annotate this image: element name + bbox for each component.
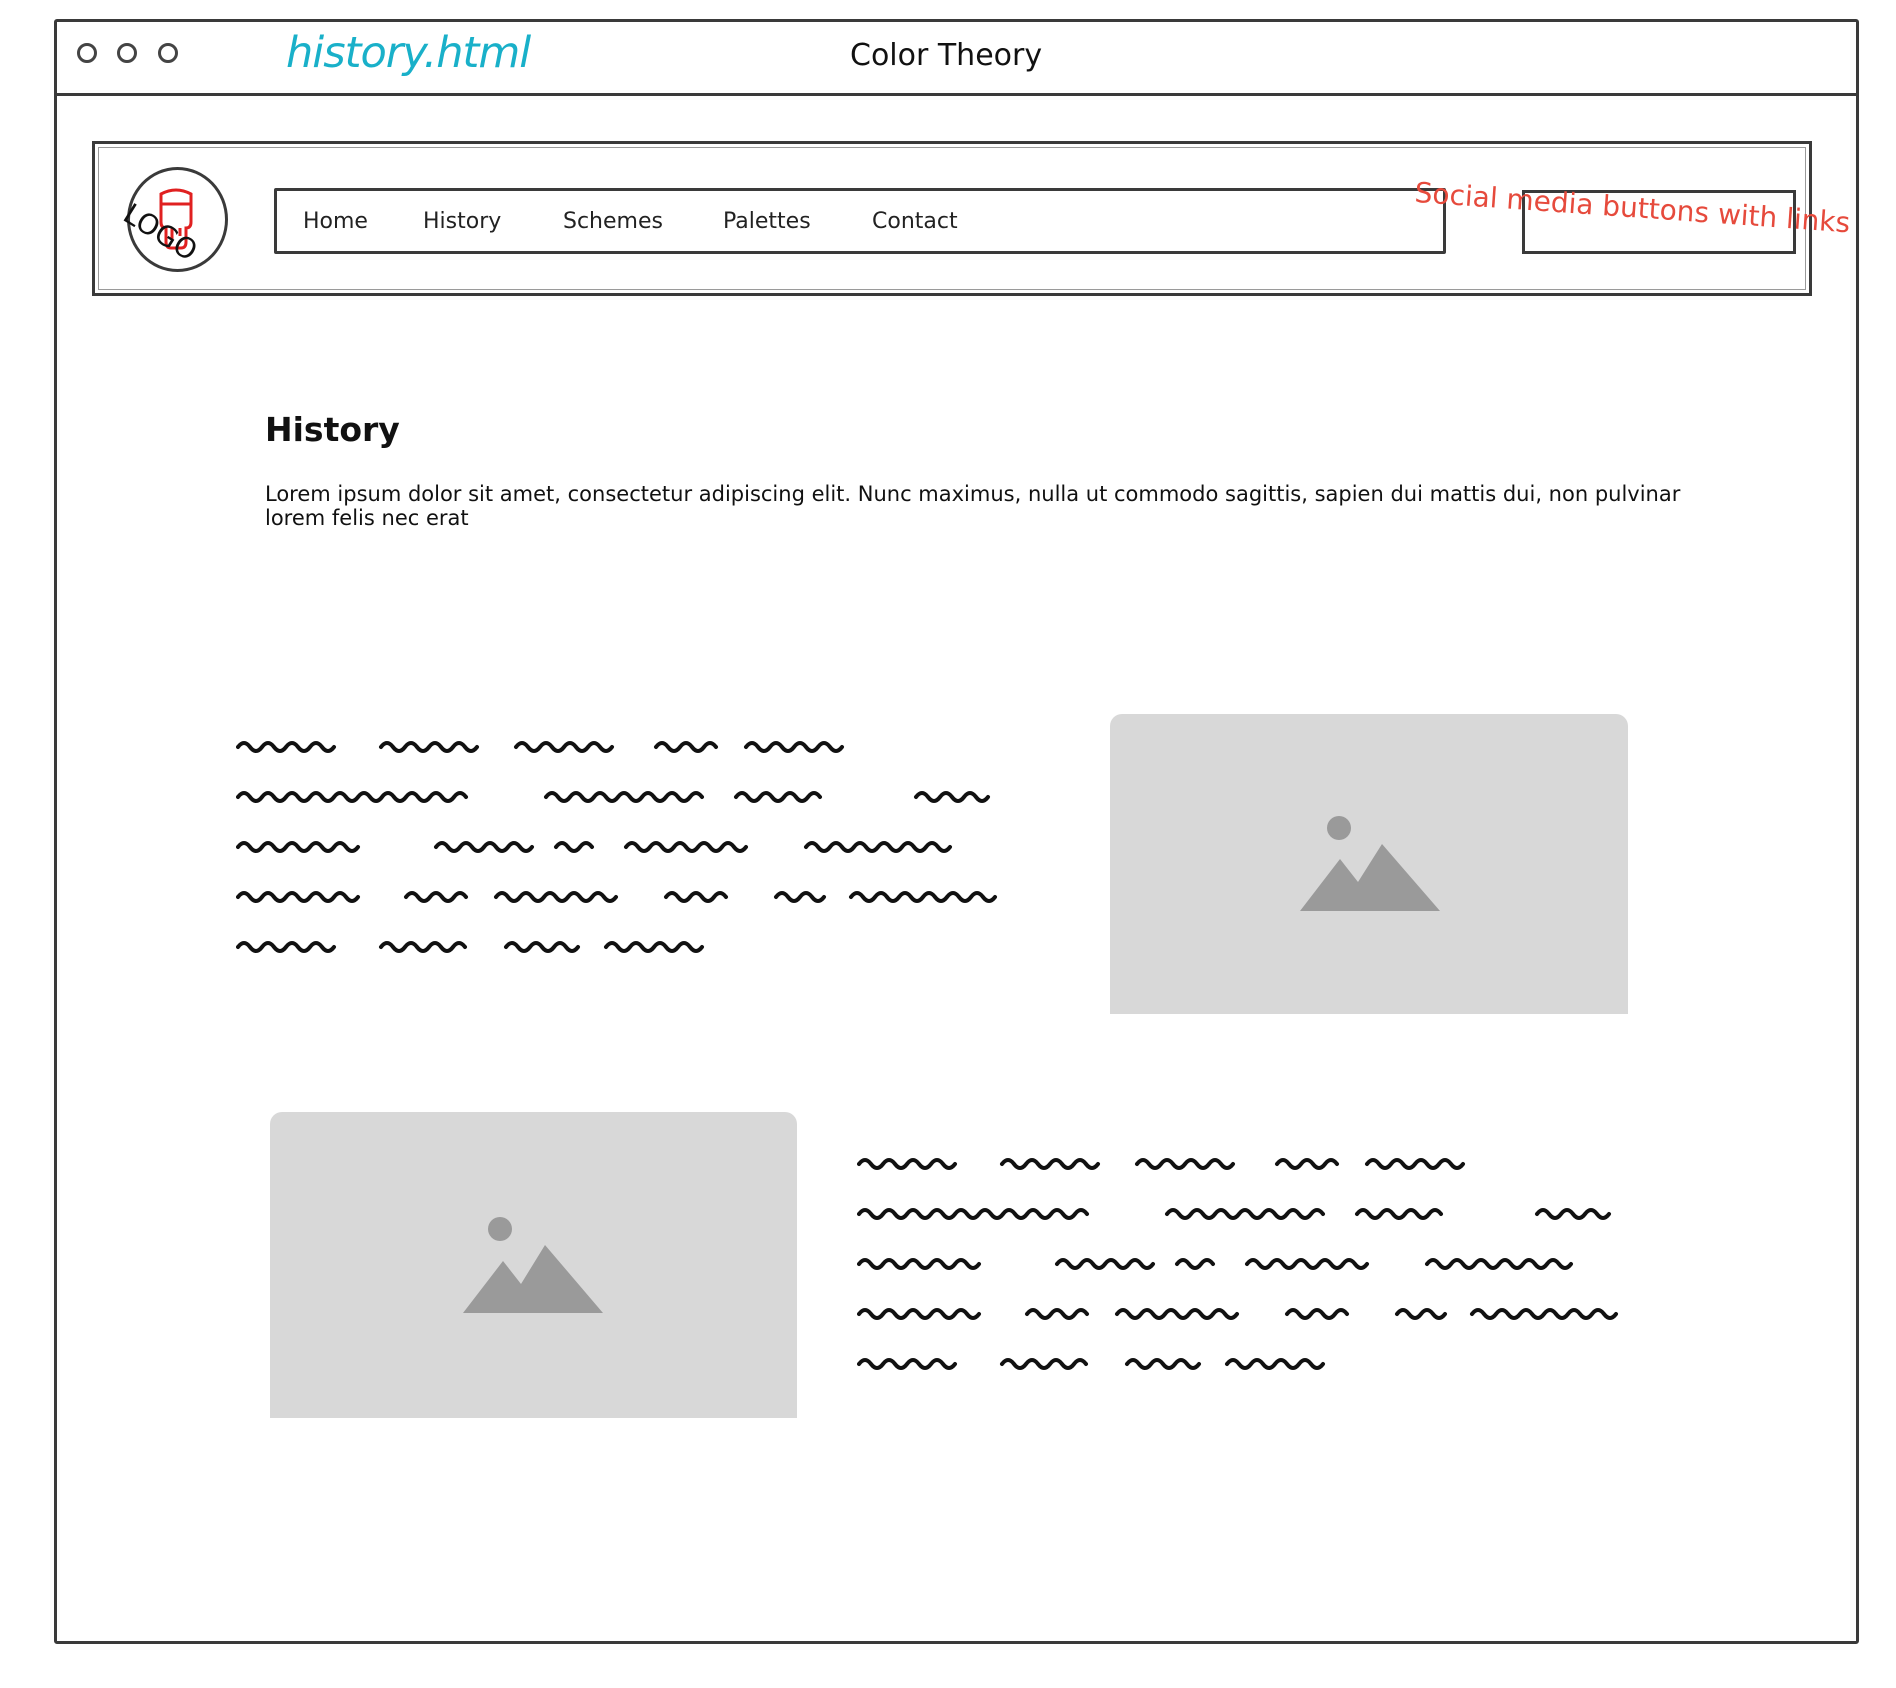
window-title: Color Theory (850, 38, 1043, 73)
window-close-dot[interactable] (77, 43, 97, 63)
intro-paragraph: Lorem ipsum dolor sit amet, consectetur … (265, 482, 1681, 530)
nav-item-contact[interactable]: Contact (872, 209, 958, 234)
window-minimize-dot[interactable] (117, 43, 137, 63)
image-icon (463, 1217, 603, 1313)
placeholder-text-block (857, 1158, 1618, 1370)
image-icon (1300, 816, 1440, 911)
image-placeholder (270, 1112, 797, 1418)
window-maximize-dot[interactable] (158, 43, 178, 63)
nav-item-history[interactable]: History (423, 209, 501, 234)
image-placeholder (1110, 714, 1628, 1014)
nav-item-home[interactable]: Home (303, 209, 368, 234)
page-title: History (265, 410, 400, 449)
placeholder-text-block (236, 741, 997, 953)
nav-item-schemes[interactable]: Schemes (563, 209, 663, 234)
nav-item-palettes[interactable]: Palettes (723, 209, 811, 234)
file-name-label: history.html (286, 28, 531, 78)
